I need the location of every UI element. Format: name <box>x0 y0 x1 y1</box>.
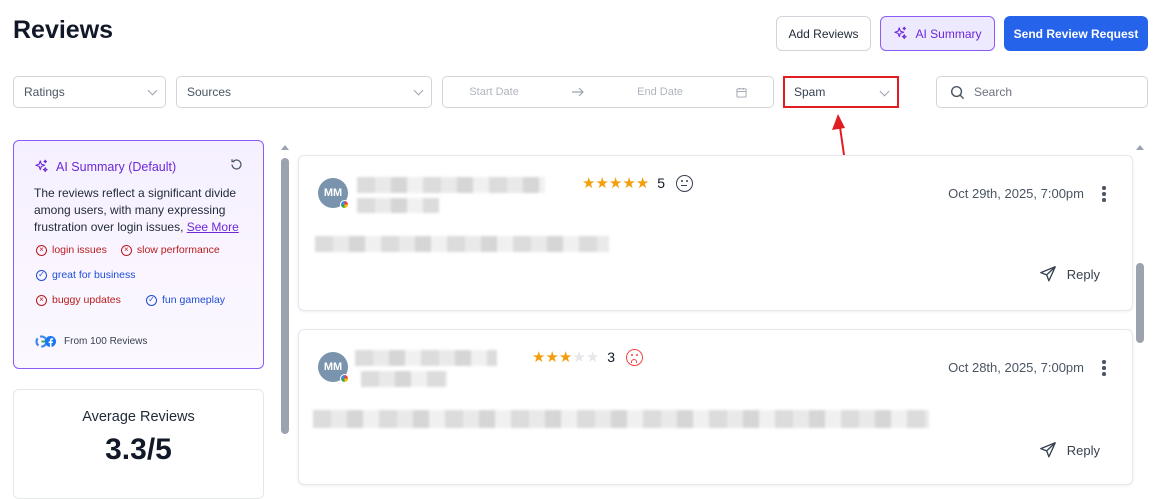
send-icon <box>1039 266 1056 282</box>
star-icon: ★ <box>635 175 649 192</box>
search-input[interactable]: Search <box>974 85 1012 99</box>
check-circle-icon: ✓ <box>36 269 47 281</box>
reply-button[interactable]: Reply <box>1039 441 1100 459</box>
send-icon <box>1039 442 1056 458</box>
google-facebook-icon <box>35 335 56 348</box>
calendar-icon <box>736 87 747 98</box>
tag-label: buggy updates <box>52 294 121 306</box>
add-reviews-button[interactable]: Add Reviews <box>776 16 871 51</box>
average-reviews-card: Average Reviews 3.3/5 <box>13 389 264 499</box>
reply-label: Reply <box>1066 266 1100 282</box>
sparkles-icon <box>35 159 48 173</box>
ai-summary-footer: From 100 Reviews <box>35 335 147 348</box>
ai-summary-text: The reviews reflect a significant divide… <box>34 185 243 236</box>
rating-number: 3 <box>607 349 616 365</box>
more-options-icon[interactable] <box>1102 186 1106 202</box>
tag-fun-gameplay[interactable]: ✓ fun gameplay <box>144 292 227 308</box>
tag-slow-performance[interactable]: × slow performance <box>119 242 222 258</box>
tag-label: fun gameplay <box>162 294 226 306</box>
sources-select-label: Sources <box>187 85 232 99</box>
average-reviews-label: Average Reviews <box>82 409 195 425</box>
arrow-right-icon <box>572 87 585 97</box>
x-circle-icon: × <box>120 244 132 256</box>
left-scrollbar-thumb[interactable] <box>281 158 289 434</box>
tag-label: great for business <box>52 269 136 281</box>
star-icon: ★ <box>622 175 635 192</box>
redacted-reviewer-name <box>357 177 545 193</box>
review-card: MM ★ ★ ★ ★ ★ 5 Oct 29th, 2025, 7:00pm Reply <box>298 155 1133 311</box>
google-badge-icon <box>340 374 349 383</box>
x-circle-icon: × <box>36 244 47 256</box>
search-field[interactable]: Search <box>936 76 1148 108</box>
tag-great-for-business[interactable]: ✓ great for business <box>34 267 137 283</box>
spam-select[interactable]: Spam <box>783 76 899 108</box>
avatar: MM <box>318 178 349 209</box>
review-count-label: From 100 Reviews <box>64 336 148 347</box>
avatar-initials: MM <box>323 361 343 373</box>
redacted-reviewer-meta <box>357 198 439 213</box>
more-options-icon[interactable] <box>1102 360 1106 376</box>
sad-face-icon <box>626 348 644 366</box>
end-date-input[interactable]: End Date <box>637 86 683 98</box>
search-icon <box>950 85 965 99</box>
ai-summary-button-label: AI Summary <box>915 26 982 41</box>
star-icon: ★ <box>595 175 608 192</box>
ratings-select-label: Ratings <box>24 85 65 99</box>
star-icon: ★ <box>582 175 595 192</box>
send-review-request-button[interactable]: Send Review Request <box>1004 16 1148 51</box>
avatar-initials: MM <box>323 187 343 199</box>
page-title: Reviews <box>13 16 114 44</box>
redacted-review-text <box>313 410 929 428</box>
avatar: MM <box>318 352 349 383</box>
check-circle-icon: ✓ <box>146 294 157 306</box>
redacted-review-text <box>315 236 609 252</box>
star-rating: ★ ★ ★ ★ ★ 3 <box>532 348 644 366</box>
start-date-input[interactable]: Start Date <box>469 86 519 98</box>
scroll-up-arrow[interactable] <box>1136 145 1144 150</box>
star-icon: ★ <box>608 175 622 192</box>
star-icon: ★ <box>532 349 545 366</box>
reply-button[interactable]: Reply <box>1039 265 1100 283</box>
refresh-icon[interactable] <box>230 158 243 171</box>
google-badge-icon <box>340 200 349 209</box>
see-more-link[interactable]: See More <box>187 220 239 234</box>
tag-login-issues[interactable]: × login issues <box>34 242 109 258</box>
sparkles-icon <box>894 26 908 40</box>
scroll-up-arrow[interactable] <box>281 145 289 150</box>
star-icon: ★ <box>572 349 585 366</box>
sources-select[interactable]: Sources <box>176 76 432 108</box>
tag-buggy-updates[interactable]: × buggy updates <box>34 292 134 308</box>
star-icon: ★ <box>558 349 572 366</box>
review-date: Oct 28th, 2025, 7:00pm <box>948 360 1084 375</box>
spam-select-label: Spam <box>794 85 826 99</box>
reply-label: Reply <box>1066 442 1100 458</box>
review-date: Oct 29th, 2025, 7:00pm <box>948 186 1084 201</box>
average-reviews-value: 3.3/5 <box>105 433 172 466</box>
tag-label: slow performance <box>136 244 220 256</box>
rating-number: 5 <box>657 175 666 191</box>
chevron-down-icon <box>413 85 424 96</box>
star-rating: ★ ★ ★ ★ ★ 5 <box>582 174 694 192</box>
chevron-down-icon <box>147 85 158 96</box>
ai-summary-card: AI Summary (Default) The reviews reflect… <box>13 140 264 369</box>
right-scrollbar-thumb[interactable] <box>1136 263 1144 343</box>
date-range-picker[interactable]: Start Date End Date <box>442 76 774 108</box>
ai-summary-title: AI Summary (Default) <box>56 159 177 174</box>
ai-summary-tags: × login issues × slow performance ✓ great f… <box>34 242 243 308</box>
ratings-select[interactable]: Ratings <box>13 76 166 108</box>
x-circle-icon: × <box>36 294 47 306</box>
review-card: MM ★ ★ ★ ★ ★ 3 Oct 28th, 2025, 7:00pm Reply <box>298 329 1133 485</box>
redacted-reviewer-meta <box>361 371 447 387</box>
star-icon: ★ <box>545 349 558 366</box>
star-icon: ★ <box>585 349 599 366</box>
tag-label: login issues <box>52 244 107 256</box>
chevron-down-icon <box>879 86 890 97</box>
ai-summary-button[interactable]: AI Summary <box>880 16 995 51</box>
redacted-reviewer-name <box>355 350 497 366</box>
neutral-face-icon <box>676 174 694 192</box>
